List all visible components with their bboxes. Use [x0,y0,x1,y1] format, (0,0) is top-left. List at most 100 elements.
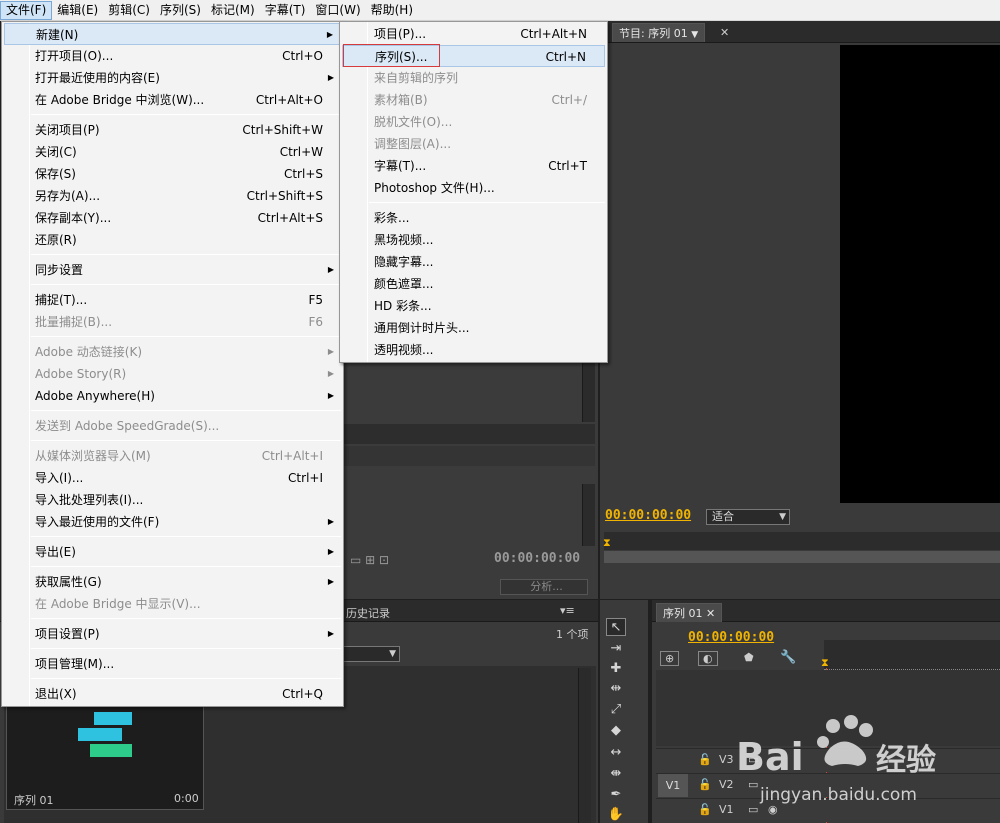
file-menu-item-1[interactable]: 打开项目(O)... Ctrl+O [4,45,341,67]
file-menu-item-2[interactable]: 打开最近使用的内容(E) ▶ [4,67,341,89]
menu-item-label: 通用倒计时片头... [374,321,470,335]
timeline-playhead-icon[interactable]: ⧗ [821,656,829,670]
file-menu-item-3[interactable]: 在 Adobe Bridge 中浏览(W)... Ctrl+Alt+O [4,89,341,111]
menubar-item-7[interactable]: 帮助(H) [366,1,418,20]
linked-icon[interactable]: ◐ [698,651,718,666]
new-submenu-item-9[interactable]: 彩条... [342,207,605,229]
file-menu-item-5[interactable]: 关闭项目(P) Ctrl+Shift+W [4,119,341,141]
tab-program-monitor[interactable]: 节目: 序列 01 ▼ [612,23,706,42]
menu-item-label: 项目管理(M)... [35,657,115,671]
new-submenu-item-15[interactable]: 透明视频... [342,339,605,361]
new-submenu-item-6[interactable]: 字幕(T)... Ctrl+T [342,155,605,177]
menubar-item-4[interactable]: 标记(M) [206,1,260,20]
hand-tool-icon[interactable]: ✋ [606,806,626,823]
new-submenu-item-12[interactable]: 颜色遮罩... [342,273,605,295]
file-menu-item-26[interactable]: 导入最近使用的文件(F) ▶ [4,511,341,533]
file-menu-item-6[interactable]: 关闭(C) Ctrl+W [4,141,341,163]
selection-tool-icon[interactable]: ↖ [606,618,626,636]
menubar-item-2[interactable]: 剪辑(C) [103,1,155,20]
new-submenu-item-14[interactable]: 通用倒计时片头... [342,317,605,339]
file-menu-item-19[interactable]: Adobe Anywhere(H) ▶ [4,385,341,407]
source-scrollbar-2[interactable] [582,484,595,546]
program-time-ruler[interactable] [604,532,1000,550]
lock-icon[interactable]: 🔓 [698,778,712,791]
program-scroll-bar[interactable] [604,551,1000,563]
slip-tool-icon[interactable]: ↔ [606,744,626,762]
file-menu-item-28[interactable]: 导出(E) ▶ [4,541,341,563]
menubar-item-6[interactable]: 窗口(W) [310,1,365,20]
source-scrollbar[interactable] [582,360,595,422]
wrench-icon[interactable]: 🔧 [780,650,796,665]
file-menu-item-12[interactable]: 同步设置 ▶ [4,259,341,281]
lock-icon[interactable]: 🔓 [698,753,712,766]
file-menu-item-21: 发送到 Adobe SpeedGrade(S)... [4,415,341,437]
file-menu-item-25[interactable]: 导入批处理列表(I)... [4,489,341,511]
track-v3[interactable]: 🔓 V3 ▭ [656,748,1000,772]
timeline-ruler[interactable] [824,640,1000,670]
marker-icon[interactable]: ⬟ [744,651,754,664]
playhead-icon[interactable]: ⧗ [603,536,611,550]
file-menu-item-37[interactable]: 退出(X) Ctrl+Q [4,683,341,705]
new-submenu-item-11[interactable]: 隐藏字幕... [342,251,605,273]
menubar-item-5[interactable]: 字幕(T) [260,1,311,20]
pen-tool-icon[interactable]: ✒ [606,786,626,804]
timeline-timecode[interactable]: 00:00:00:00 [688,630,774,645]
menu-item-shortcut: F6 [308,315,323,329]
chevron-right-icon: ▶ [327,265,334,274]
file-menu-item-30[interactable]: 获取属性(G) ▶ [4,571,341,593]
file-menu-item-7[interactable]: 保存(S) Ctrl+S [4,163,341,185]
film-icon[interactable]: ▭ [748,803,758,816]
snap-icon[interactable]: ⊕ [660,651,680,666]
track-v2[interactable]: V1 🔓 V2 ▭ [656,773,1000,797]
menu-item-shortcut: Ctrl+W [279,145,323,159]
track-select-tool-icon[interactable]: ⇥ [606,640,626,658]
project-select[interactable]: ▼ [340,646,400,662]
fit-select[interactable]: 适合 ▼ [706,509,790,525]
file-menu-item-35[interactable]: 项目管理(M)... [4,653,341,675]
file-menu-item-9[interactable]: 保存副本(Y)... Ctrl+Alt+S [4,207,341,229]
menubar-item-3[interactable]: 序列(S) [155,1,206,20]
menu-item-label: 来自剪辑的序列 [374,71,459,85]
track-v1[interactable]: 🔓 V1 ▭ ◉ [656,798,1000,822]
tab-timeline-sequence[interactable]: 序列 01 ✕ [656,603,723,622]
close-icon[interactable]: ✕ [720,26,729,39]
file-menu-item-10[interactable]: 还原(R) [4,229,341,251]
sequence-thumb-bar-1 [94,712,132,725]
menu-separator [31,440,341,441]
film-icon[interactable]: ▭ [748,753,758,766]
file-menu-item-0[interactable]: 新建(N) ▶ [4,23,341,45]
lock-icon[interactable]: 🔓 [698,803,712,816]
new-submenu-item-0[interactable]: 项目(P)... Ctrl+Alt+N [342,23,605,45]
menu-item-shortcut: Ctrl+Q [282,687,323,701]
eye-icon[interactable]: ◉ [768,803,778,816]
menu-separator [31,566,341,567]
file-menu-item-24[interactable]: 导入(I)... Ctrl+I [4,467,341,489]
tab-history[interactable]: 历史记录 [346,605,390,621]
slide-tool-icon[interactable]: ⇼ [606,765,626,783]
menubar-item-0[interactable]: 文件(F) [0,0,53,20]
file-menu-item-14[interactable]: 捕捉(T)... F5 [4,289,341,311]
file-menu-item-17: Adobe 动态链接(K) ▶ [4,341,341,363]
rolling-edit-tool-icon[interactable]: ⇹ [606,680,626,698]
file-menu-item-33[interactable]: 项目设置(P) ▶ [4,623,341,645]
new-submenu-item-7[interactable]: Photoshop 文件(H)... [342,177,605,199]
source-patch-v1[interactable]: V1 [658,774,688,797]
analyze-button[interactable]: 分析... [500,579,588,595]
panel-menu-icon[interactable]: ▾≡ [560,604,575,617]
film-icon[interactable]: ▭ [748,778,758,791]
rate-stretch-tool-icon[interactable]: ⤢ [606,701,626,719]
close-icon[interactable]: ✕ [706,607,715,620]
ripple-edit-tool-icon[interactable]: ✚ [606,660,626,678]
program-timecode[interactable]: 00:00:00:00 [605,508,691,523]
new-submenu-item-13[interactable]: HD 彩条... [342,295,605,317]
project-scrollbar[interactable] [578,668,591,823]
file-menu-item-8[interactable]: 另存为(A)... Ctrl+Shift+S [4,185,341,207]
source-button-icons[interactable]: ▭ ⊞ ⊡ [350,553,389,567]
menu-item-label: 新建(N) [36,28,79,42]
razor-tool-icon[interactable]: ◆ [606,722,626,740]
menubar-item-1[interactable]: 编辑(E) [52,1,103,20]
new-submenu-item-4: 脱机文件(O)... [342,111,605,133]
chevron-down-icon[interactable]: ▼ [691,30,698,40]
new-submenu-item-10[interactable]: 黑场视频... [342,229,605,251]
menu-item-shortcut: Ctrl+O [282,49,323,63]
